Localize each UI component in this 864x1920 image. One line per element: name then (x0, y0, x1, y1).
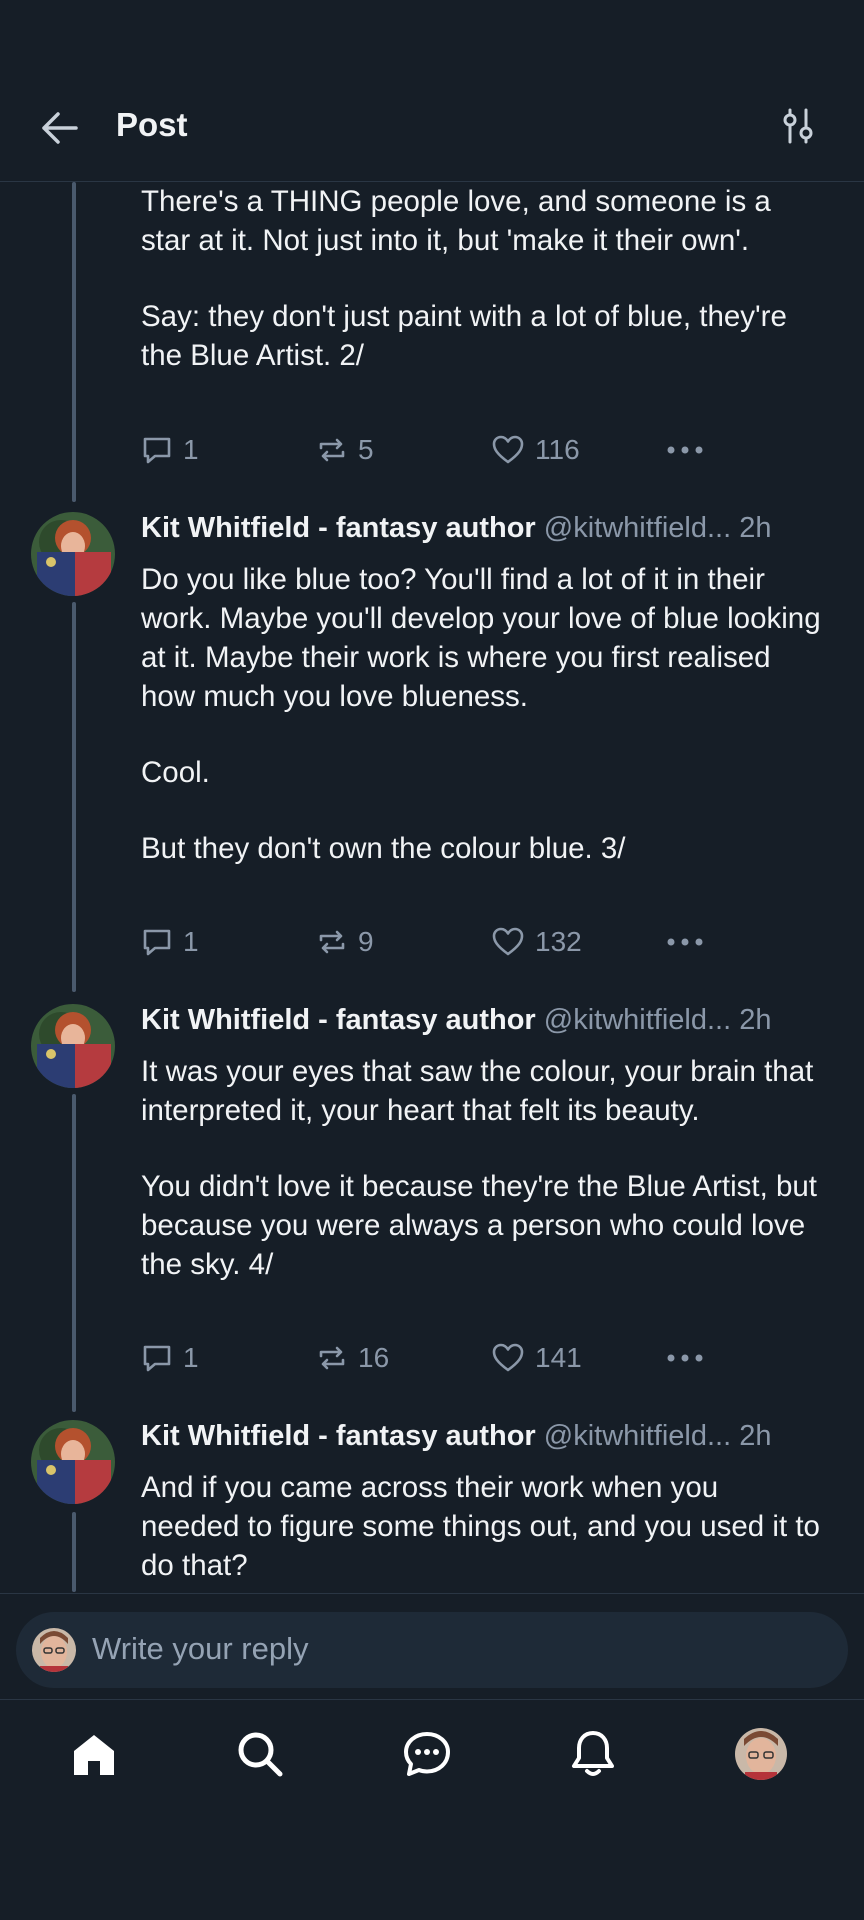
reply-count: 1 (183, 434, 199, 465)
post-paragraph: You didn't love it because they're the B… (141, 1170, 817, 1281)
post-actions: 1 16 141 (141, 1338, 841, 1378)
repost-icon (319, 930, 345, 954)
reply-button[interactable]: 1 (141, 1338, 199, 1378)
post-paragraph: But they don't own the colour blue. 3/ (141, 832, 626, 865)
post-text: It was your eyes that saw the colour, yo… (141, 1052, 821, 1284)
repost-button[interactable]: 5 (316, 430, 374, 470)
post-paragraph: Say: they don't just paint with a lot of… (141, 300, 787, 372)
bottom-nav (0, 1700, 864, 1810)
avatar[interactable] (31, 512, 115, 596)
thread-line (72, 1094, 76, 1412)
author-name[interactable]: Kit Whitfield - fantasy author (141, 1004, 536, 1036)
post-time: 2h (739, 1004, 772, 1036)
comment-icon (143, 1345, 171, 1372)
post-text: There's a THING people love, and someone… (141, 182, 821, 375)
search-icon[interactable] (230, 1724, 290, 1784)
chat-icon[interactable] (397, 1724, 457, 1784)
post-actions: 1 9 132 (141, 922, 841, 962)
bell-icon[interactable] (563, 1724, 623, 1784)
heart-icon (492, 927, 524, 956)
comment-icon (143, 437, 171, 464)
home-icon[interactable] (64, 1724, 124, 1784)
post-header: Kit Whitfield - fantasy author @kitwhitf… (141, 1004, 772, 1037)
author-name[interactable]: Kit Whitfield - fantasy author (141, 512, 536, 544)
reply-count: 1 (183, 1342, 199, 1373)
thread-line (72, 602, 76, 992)
reply-placeholder: Write your reply (92, 1631, 309, 1666)
repost-count: 5 (358, 434, 374, 465)
post-text: Do you like blue too? You'll find a lot … (141, 560, 821, 868)
heart-icon (492, 435, 524, 464)
author-name[interactable]: Kit Whitfield - fantasy author (141, 1420, 536, 1452)
author-handle[interactable]: @kitwhitfield... (544, 512, 731, 544)
avatar (735, 1728, 787, 1780)
arrow-left-icon[interactable] (38, 108, 86, 148)
post-time: 2h (739, 512, 772, 544)
thread-feed[interactable]: There's a THING people love, and someone… (0, 182, 864, 1592)
sliders-icon[interactable] (778, 106, 822, 150)
repost-button[interactable]: 9 (316, 922, 374, 962)
post-paragraph: Do you like blue too? You'll find a lot … (141, 563, 821, 713)
post-header: Kit Whitfield - fantasy author @kitwhitf… (141, 512, 772, 545)
top-bar: Post (0, 0, 864, 182)
author-handle[interactable]: @kitwhitfield... (544, 1004, 731, 1036)
post-paragraph: And if you came across their work when y… (141, 1471, 820, 1582)
like-button[interactable]: 116 (491, 430, 580, 470)
more-icon (667, 446, 703, 454)
like-count: 116 (535, 434, 580, 465)
like-count: 141 (535, 1342, 582, 1373)
reply-composer: Write your reply (0, 1593, 864, 1700)
repost-icon (319, 1346, 345, 1370)
comment-icon (143, 929, 171, 956)
avatar[interactable] (31, 1004, 115, 1088)
repost-count: 9 (358, 926, 374, 957)
thread-line (72, 182, 76, 502)
repost-icon (319, 438, 345, 462)
post-paragraph: There's a THING people love, and someone… (141, 185, 771, 257)
heart-icon (492, 1343, 524, 1372)
like-button[interactable]: 132 (491, 922, 582, 962)
user-avatar (32, 1628, 76, 1672)
post-time: 2h (739, 1420, 772, 1452)
post-text: And if you came across their work when y… (141, 1468, 821, 1585)
thread-line (72, 1512, 76, 1592)
post-actions: 1 5 116 (141, 430, 841, 470)
more-icon (667, 1354, 703, 1362)
avatar[interactable] (31, 1420, 115, 1504)
more-button[interactable] (666, 922, 704, 962)
like-button[interactable]: 141 (491, 1338, 582, 1378)
reply-count: 1 (183, 926, 199, 957)
repost-count: 16 (358, 1342, 390, 1373)
more-icon (667, 938, 703, 946)
post-header: Kit Whitfield - fantasy author @kitwhitf… (141, 1420, 772, 1453)
author-handle[interactable]: @kitwhitfield... (544, 1420, 731, 1452)
reply-input[interactable]: Write your reply (16, 1612, 848, 1688)
post-paragraph: It was your eyes that saw the colour, yo… (141, 1055, 814, 1127)
post-paragraph: Cool. (141, 756, 210, 789)
like-count: 132 (535, 926, 582, 957)
reply-button[interactable]: 1 (141, 430, 199, 470)
repost-button[interactable]: 16 (316, 1338, 389, 1378)
more-button[interactable] (666, 1338, 704, 1378)
reply-button[interactable]: 1 (141, 922, 199, 962)
profile-avatar[interactable] (731, 1724, 791, 1784)
more-button[interactable] (666, 430, 704, 470)
page-title: Post (116, 106, 188, 143)
